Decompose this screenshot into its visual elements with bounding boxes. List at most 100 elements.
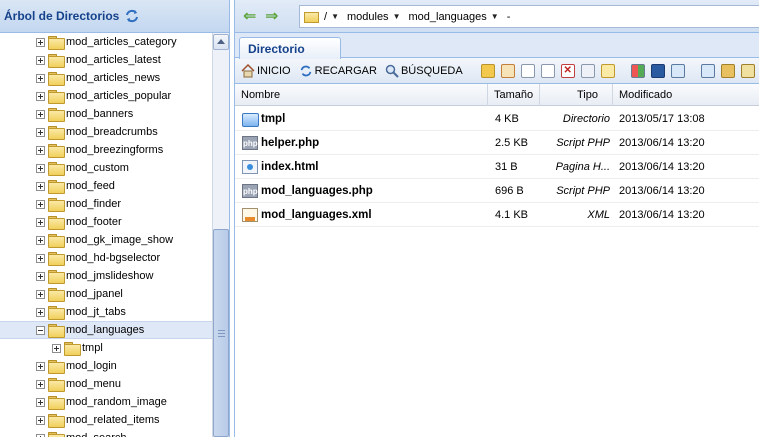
expand-icon[interactable]	[36, 127, 45, 137]
expand-icon[interactable]	[36, 163, 45, 173]
expand-icon[interactable]	[36, 253, 45, 263]
file-name: mod_languages.xml	[261, 209, 372, 221]
download-icon[interactable]	[670, 63, 685, 78]
tree-item-label: mod_finder	[66, 198, 122, 210]
tree-item-label: mod_jmslideshow	[66, 270, 154, 282]
delete-icon[interactable]: ✕	[560, 63, 575, 78]
table-row[interactable]: php mod_languages.php 696 B Script PHP 2013/…	[235, 179, 759, 203]
path-segment-modules[interactable]: modules	[347, 11, 389, 23]
expand-icon[interactable]	[36, 55, 45, 65]
expand-icon[interactable]	[36, 361, 45, 371]
tree-item[interactable]: mod_jpanel	[0, 285, 212, 303]
chevron-down-icon[interactable]: ▼	[491, 12, 499, 21]
scroll-up-button[interactable]	[213, 34, 229, 50]
tree-item[interactable]: mod_banners	[0, 105, 212, 123]
expand-icon[interactable]	[36, 415, 45, 425]
expand-icon[interactable]	[36, 289, 45, 299]
table-row[interactable]: index.html 31 B Pagina H... 2013/06/14 13:2…	[235, 155, 759, 179]
back-arrow-icon[interactable]: ⇐	[243, 8, 263, 24]
view-icons-icon[interactable]	[630, 63, 645, 78]
tree-item[interactable]: tmpl	[0, 339, 212, 357]
refresh-icon	[300, 65, 311, 76]
path-breadcrumb[interactable]: / ▼ modules ▼ mod_languages ▼ -	[299, 5, 759, 28]
table-row[interactable]: mod_languages.xml 4.1 KB XML 2013/06/14 13:…	[235, 203, 759, 227]
expand-icon[interactable]	[36, 379, 45, 389]
tree-item[interactable]: mod_related_items	[0, 411, 212, 429]
tree-item[interactable]: mod_hd-bgselector	[0, 249, 212, 267]
expand-icon[interactable]	[36, 91, 45, 101]
php-icon: php	[242, 136, 258, 150]
file-name: tmpl	[261, 113, 286, 125]
tree-item[interactable]: mod_login	[0, 357, 212, 375]
tree-item[interactable]: mod_articles_latest	[0, 51, 212, 69]
directory-tree: mod_articles_category mod_articles_latest…	[0, 33, 212, 437]
tree-item[interactable]: mod_menu	[0, 375, 212, 393]
folder-icon	[48, 432, 65, 437]
expand-icon[interactable]	[36, 181, 45, 191]
archive-icon[interactable]	[720, 63, 735, 78]
table-row[interactable]: tmpl 4 KB Directorio 2013/05/17 13:08	[235, 107, 759, 131]
expand-icon[interactable]	[36, 271, 45, 281]
view-details-icon[interactable]	[650, 63, 665, 78]
tree-item[interactable]: mod_articles_popular	[0, 87, 212, 105]
properties-icon[interactable]	[600, 63, 615, 78]
expand-icon[interactable]	[36, 145, 45, 155]
folder-icon	[48, 108, 65, 122]
expand-icon[interactable]	[36, 109, 45, 119]
collapse-icon[interactable]	[36, 325, 45, 335]
tab-directorio[interactable]: Directorio	[239, 37, 341, 59]
column-header-name[interactable]: Nombre	[235, 84, 488, 106]
column-header-type[interactable]: Tipo	[540, 84, 613, 106]
expand-icon[interactable]	[36, 199, 45, 209]
path-segment-root[interactable]: /	[324, 11, 327, 23]
expand-icon[interactable]	[52, 343, 61, 353]
expand-icon[interactable]	[36, 217, 45, 227]
upload-icon[interactable]	[700, 63, 715, 78]
new-file-icon[interactable]	[480, 63, 495, 78]
rename-icon[interactable]	[580, 63, 595, 78]
tree-item[interactable]: mod_articles_category	[0, 33, 212, 51]
tree-scrollbar[interactable]	[212, 33, 229, 437]
file-grid-header: Nombre Tamaño Tipo Modificado	[235, 84, 759, 106]
tree-item[interactable]: mod_languages	[0, 321, 212, 339]
column-header-size[interactable]: Tamaño	[488, 84, 540, 106]
refresh-icon[interactable]	[124, 8, 140, 24]
tree-item[interactable]: mod_articles_news	[0, 69, 212, 87]
folder-icon	[48, 324, 65, 338]
edit-icon[interactable]	[500, 63, 515, 78]
tree-item[interactable]: mod_feed	[0, 177, 212, 195]
forward-arrow-icon[interactable]: ⇒	[265, 8, 285, 24]
home-button[interactable]: INICIO	[241, 63, 291, 78]
tree-item[interactable]: mod_finder	[0, 195, 212, 213]
table-row[interactable]: php helper.php 2.5 KB Script PHP 2013/06/14 …	[235, 131, 759, 155]
expand-icon[interactable]	[36, 235, 45, 245]
folder-icon	[48, 396, 65, 410]
tree-item-label: mod_articles_category	[66, 36, 177, 48]
tree-item[interactable]: mod_jmslideshow	[0, 267, 212, 285]
copy-icon[interactable]	[520, 63, 535, 78]
expand-icon[interactable]	[36, 433, 45, 437]
tree-item[interactable]: mod_search	[0, 429, 212, 437]
tree-item[interactable]: mod_custom	[0, 159, 212, 177]
tree-item[interactable]: mod_breezingforms	[0, 141, 212, 159]
paste-icon[interactable]	[540, 63, 555, 78]
expand-icon[interactable]	[36, 307, 45, 317]
path-segment-mod-languages[interactable]: mod_languages	[408, 11, 486, 23]
expand-icon[interactable]	[36, 37, 45, 47]
extract-icon[interactable]	[740, 63, 755, 78]
expand-icon[interactable]	[36, 397, 45, 407]
tree-item[interactable]: mod_footer	[0, 213, 212, 231]
tree-item[interactable]: mod_breadcrumbs	[0, 123, 212, 141]
reload-button[interactable]: RECARGAR	[299, 64, 377, 78]
expand-icon[interactable]	[36, 73, 45, 83]
tree-item[interactable]: mod_gk_image_show	[0, 231, 212, 249]
scroll-thumb[interactable]	[213, 229, 229, 437]
tree-item[interactable]: mod_random_image	[0, 393, 212, 411]
directory-tree-panel: Árbol de Directorios mod_articles_catego…	[0, 0, 230, 437]
folder-icon	[48, 162, 65, 176]
search-button[interactable]: BÚSQUEDA	[385, 64, 463, 78]
tree-item[interactable]: mod_jt_tabs	[0, 303, 212, 321]
chevron-down-icon[interactable]: ▼	[393, 12, 401, 21]
column-header-modified[interactable]: Modificado	[613, 84, 759, 106]
chevron-down-icon[interactable]: ▼	[331, 12, 339, 21]
